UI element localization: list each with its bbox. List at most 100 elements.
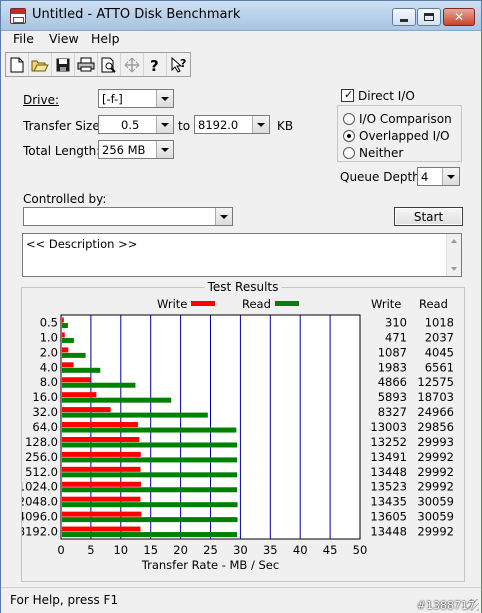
transfer-size-to-value: 8192.0: [198, 118, 239, 132]
read-bar: [62, 517, 238, 523]
direct-io-checkbox[interactable]: ✓: [341, 88, 354, 102]
write-value: 13448: [370, 465, 407, 479]
read-value: 4045: [425, 345, 454, 359]
start-button[interactable]: Start: [394, 207, 463, 226]
chevron-down-icon[interactable]: [156, 90, 173, 107]
description-text: << Description >>: [26, 237, 138, 251]
print-preview-icon[interactable]: [98, 53, 121, 76]
category-label: 4096.0: [22, 510, 58, 524]
legend-read-label: Read: [242, 297, 271, 311]
chevron-down-icon[interactable]: [442, 168, 459, 185]
category-label: 2048.0: [22, 495, 58, 509]
chevron-down-icon[interactable]: [156, 116, 173, 133]
scroll-down-icon[interactable]: [451, 267, 457, 271]
x-tick-label: 10: [113, 543, 128, 557]
queue-depth-select[interactable]: 4: [417, 167, 460, 186]
read-bar: [62, 397, 172, 403]
legend-write-label: Write: [157, 297, 187, 311]
write-bar: [62, 466, 141, 472]
x-axis-label: Transfer Rate - MB / Sec: [141, 558, 279, 572]
read-value: 18703: [417, 390, 454, 404]
minimize-button[interactable]: [392, 8, 416, 26]
write-bar: [62, 422, 138, 428]
transfer-size-to-select[interactable]: 8192.0: [194, 115, 270, 134]
print-icon[interactable]: [75, 53, 98, 76]
write-bar: [62, 526, 141, 532]
scroll-up-icon[interactable]: [451, 239, 457, 243]
write-bar: [62, 332, 65, 338]
move-icon[interactable]: [121, 53, 144, 76]
write-value: 13491: [370, 450, 407, 464]
checkmark-icon: ✓: [344, 88, 354, 101]
neither-radio[interactable]: [343, 147, 355, 159]
overlapped-io-radio[interactable]: [343, 130, 355, 142]
menu-view[interactable]: View: [49, 31, 79, 46]
category-label: 16.0: [32, 390, 58, 404]
write-bar: [62, 436, 140, 442]
watermark: #1388717: [416, 599, 475, 612]
write-bar: [62, 377, 91, 383]
neither-label: Neither: [359, 146, 404, 160]
help-icon[interactable]: ?: [144, 53, 167, 76]
write-value: 13523: [370, 480, 407, 494]
menu-file[interactable]: File: [13, 31, 34, 46]
x-tick-label: 50: [353, 543, 368, 557]
open-folder-icon[interactable]: [29, 53, 52, 76]
direct-io-label: Direct I/O: [358, 89, 415, 103]
controlled-by-select[interactable]: [23, 207, 233, 226]
category-label: 2.0: [40, 345, 58, 359]
read-value: 29992: [417, 480, 454, 494]
controlled-by-label: Controlled by:: [23, 192, 107, 206]
close-button[interactable]: ✕: [443, 8, 475, 26]
read-value: 29992: [417, 525, 454, 539]
write-value: 8327: [378, 405, 407, 419]
svg-text:?: ?: [150, 57, 159, 73]
new-document-icon[interactable]: [6, 53, 29, 76]
write-bar: [62, 451, 141, 457]
status-bar: For Help, press F1: [1, 587, 481, 613]
chevron-down-icon[interactable]: [252, 116, 269, 133]
write-bar: [62, 511, 142, 517]
context-help-icon[interactable]: ?: [167, 53, 190, 76]
io-comparison-radio[interactable]: [343, 113, 355, 125]
save-icon[interactable]: [52, 53, 75, 76]
category-label: 32.0: [32, 405, 58, 419]
title-bar[interactable]: Untitled - ATTO Disk Benchmark ✕: [1, 1, 481, 31]
maximize-button[interactable]: [417, 8, 441, 26]
drive-select[interactable]: [-f-]: [98, 89, 174, 108]
chevron-down-icon[interactable]: [215, 208, 232, 225]
x-tick-label: 35: [263, 543, 278, 557]
x-tick-label: 40: [293, 543, 308, 557]
read-value: 29992: [417, 465, 454, 479]
description-textarea[interactable]: << Description >>: [22, 233, 462, 277]
read-bar: [62, 323, 68, 328]
description-scrollbar[interactable]: [446, 234, 461, 276]
overlapped-io-label: Overlapped I/O: [359, 129, 450, 143]
category-label: 4.0: [40, 360, 58, 374]
category-label: 128.0: [25, 435, 58, 449]
menu-help[interactable]: Help: [91, 31, 120, 46]
chevron-down-icon[interactable]: [156, 141, 173, 158]
drive-label: Drive:: [23, 93, 60, 107]
write-value: 4866: [378, 375, 407, 389]
x-tick-label: 25: [203, 543, 218, 557]
category-label: 1024.0: [22, 480, 58, 494]
write-value: 310: [385, 315, 407, 329]
x-tick-label: 0: [57, 543, 64, 557]
total-length-select[interactable]: 256 MB: [98, 140, 174, 159]
write-bar: [62, 407, 111, 413]
read-bar: [62, 442, 238, 448]
app-icon[interactable]: [10, 8, 26, 24]
read-bar: [62, 457, 238, 463]
read-column-header: Read: [419, 297, 448, 311]
maximize-icon: [424, 13, 434, 21]
category-label: 256.0: [25, 450, 58, 464]
write-value: 13605: [370, 510, 407, 524]
read-value: 29993: [417, 435, 454, 449]
write-bar: [62, 362, 74, 368]
read-bar: [62, 367, 101, 373]
write-value: 5893: [378, 390, 407, 404]
kb-label: KB: [277, 119, 294, 133]
transfer-size-from-select[interactable]: 0.5: [98, 115, 174, 134]
write-value: 471: [385, 330, 407, 344]
